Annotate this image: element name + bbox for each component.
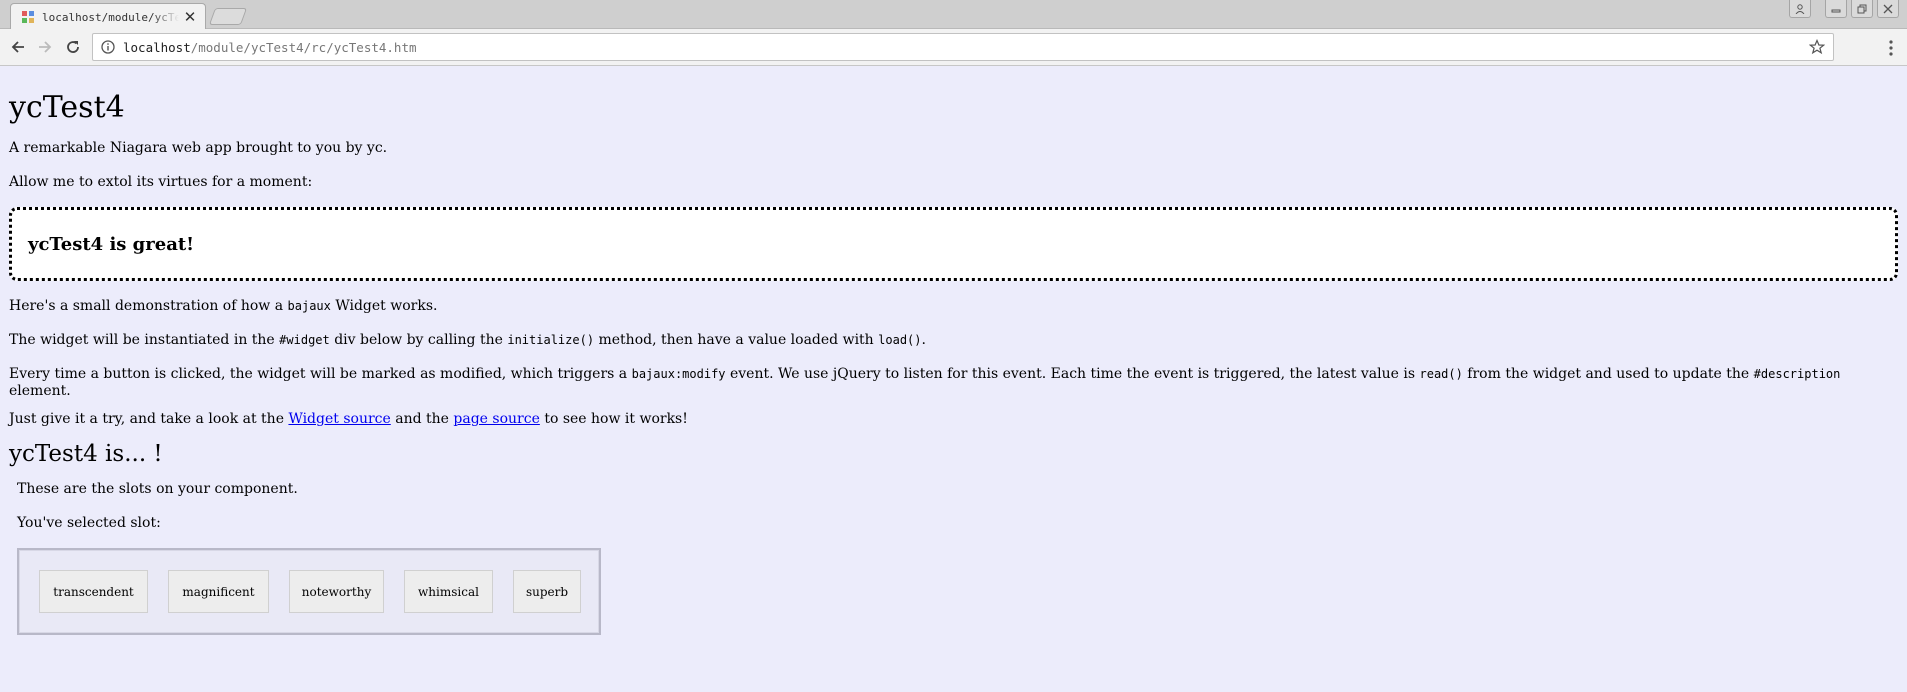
info-icon[interactable] (101, 40, 115, 54)
minimize-icon (1831, 9, 1841, 12)
slot-button-group: transcendent magnificent noteworthy whim… (17, 548, 601, 635)
try-it-paragraph: Just give it a try, and take a look at t… (9, 411, 688, 427)
widget-source-link[interactable]: Widget source (288, 411, 390, 427)
forward-button[interactable] (36, 38, 54, 56)
page-title: ycTest4 (9, 90, 125, 125)
url-host: localhost (123, 39, 191, 55)
demo-paragraph: Here's a small demonstration of how a ba… (9, 298, 438, 314)
address-bar[interactable]: localhost/module/ycTest4/rc/ycTest4.htm (92, 33, 1834, 61)
great-text: ycTest4 is great! (28, 233, 195, 255)
widget-container: These are the slots on your component. Y… (9, 481, 1898, 635)
star-icon[interactable] (1809, 39, 1825, 55)
arrow-left-icon (11, 41, 24, 53)
great-banner: ycTest4 is great! (9, 207, 1898, 281)
slot-button-noteworthy[interactable]: noteworthy (289, 570, 384, 613)
slot-button-superb[interactable]: superb (513, 570, 581, 613)
arrow-right-icon (39, 41, 52, 53)
slot-button-transcendent[interactable]: transcendent (39, 570, 148, 613)
tab-strip: localhost/module/ycTest4/rc/ycTest4.htm … (0, 0, 1907, 30)
reload-icon (67, 41, 79, 53)
extol-text: Allow me to extol its virtues for a mome… (9, 174, 313, 190)
close-icon (1883, 4, 1893, 13)
instantiate-paragraph: The widget will be instantiated in the #… (9, 332, 926, 348)
window-controls (1789, 0, 1899, 18)
restore-button[interactable] (1851, 0, 1873, 18)
favicon-icon (22, 11, 34, 23)
browser-toolbar: localhost/module/ycTest4/rc/ycTest4.htm (0, 29, 1907, 66)
tab-title: localhost/module/ycTest4/rc/ycTest4.htm (42, 10, 179, 24)
back-button[interactable] (9, 38, 27, 56)
every-time-paragraph: Every time a button is clicked, the widg… (9, 366, 1841, 399)
minimize-button[interactable] (1825, 0, 1847, 18)
user-icon (1795, 3, 1805, 14)
slots-description: These are the slots on your component. (17, 481, 298, 497)
more-menu-icon[interactable] (1889, 40, 1893, 56)
browser-tab[interactable]: localhost/module/ycTest4/rc/ycTest4.htm … (10, 3, 206, 30)
close-tab-icon[interactable]: ✕ (183, 10, 197, 25)
page-source-link[interactable]: page source (453, 411, 539, 427)
profile-button[interactable] (1789, 0, 1811, 18)
reload-button[interactable] (64, 38, 82, 56)
slot-button-magnificent[interactable]: magnificent (168, 570, 269, 613)
slot-button-whimsical[interactable]: whimsical (404, 570, 493, 613)
selected-slot-text: You've selected slot: (17, 515, 161, 531)
url-path: /module/ycTest4/rc/ycTest4.htm (190, 39, 417, 55)
restore-icon (1857, 4, 1867, 13)
intro-text: A remarkable Niagara web app brought to … (9, 140, 388, 156)
new-tab-button[interactable] (208, 8, 248, 25)
close-window-button[interactable] (1877, 0, 1899, 18)
widget-heading: ycTest4 is... ! (9, 441, 163, 467)
page-content: ycTest4 A remarkable Niagara web app bro… (0, 67, 1907, 692)
